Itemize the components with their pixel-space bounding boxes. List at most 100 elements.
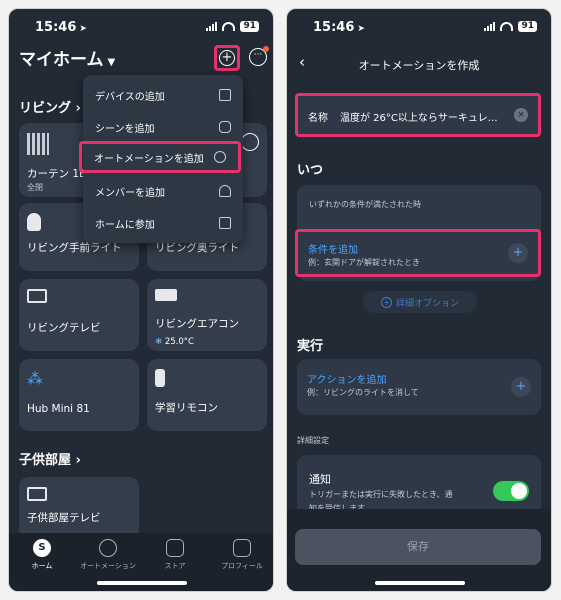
condition-mode[interactable]: いずれかの条件が満たされた時 xyxy=(309,199,421,210)
save-button[interactable]: 保存 xyxy=(295,529,541,565)
bag-icon xyxy=(166,539,184,557)
tile-aircon[interactable]: リビングエアコン ❄ 25.0°C xyxy=(147,279,267,351)
toggle-knob xyxy=(511,483,527,499)
menu-item-add-automation[interactable]: オートメーションを追加 xyxy=(79,141,241,173)
wifi-icon xyxy=(222,22,236,31)
remote-icon xyxy=(155,369,165,387)
tile-name: リビングテレビ xyxy=(27,322,101,334)
tab-profile[interactable]: プロフィール xyxy=(209,539,273,571)
more-button[interactable]: ··· xyxy=(249,46,269,66)
menu-item-label: メンバーを追加 xyxy=(95,187,165,199)
tab-bar: S ホーム オートメーション ストア プロフィール xyxy=(9,533,273,591)
robot-icon xyxy=(233,539,251,557)
page-title: オートメーションを作成 xyxy=(358,59,480,72)
wifi-icon xyxy=(500,22,514,31)
home-tab-icon: S xyxy=(33,539,51,557)
name-label: 名称 xyxy=(308,113,328,124)
notify-title: 通知 xyxy=(309,473,331,486)
menu-item-add-member[interactable]: メンバーを追加 xyxy=(83,175,243,207)
tile-status: 25.0°C xyxy=(164,337,194,347)
tile-remote[interactable]: 学習リモコン xyxy=(147,359,267,431)
status-time: 15:46 xyxy=(313,20,355,35)
home-indicator xyxy=(375,581,465,585)
execute-heading: 実行 xyxy=(297,339,324,354)
automation-name-field[interactable]: 名称 温度が 26°C以上ならサーキュレ… × xyxy=(295,93,541,137)
battery-icon: 91 xyxy=(518,21,537,32)
section-living[interactable]: リビング › xyxy=(19,97,81,116)
menu-item-join-home[interactable]: ホームに参加 xyxy=(83,207,243,239)
plus-icon: + xyxy=(511,377,531,397)
status-bar: 15:46 ➤ 91 xyxy=(287,9,551,43)
menu-item-label: ホームに参加 xyxy=(95,219,155,231)
tab-store[interactable]: ストア xyxy=(142,539,208,571)
when-heading: いつ xyxy=(297,163,324,178)
add-condition-button[interactable]: 条件を追加 例：玄関ドアが解錠されたとき + xyxy=(295,229,541,277)
add-condition-hint: 例：玄関ドアが解錠されたとき xyxy=(308,258,420,267)
hub-icon: ⁂ xyxy=(27,369,43,388)
tile-name: 子供部屋テレビ xyxy=(27,512,101,524)
add-action-label: アクションを追加 xyxy=(307,375,387,386)
bulb-icon xyxy=(27,213,41,231)
join-icon xyxy=(219,217,231,229)
section-kids-label: 子供部屋 xyxy=(19,453,72,468)
advanced-options-label: 詳細オプション xyxy=(395,298,459,309)
device-icon xyxy=(219,89,231,101)
create-automation-screen: 15:46 ➤ 91 ‹ オートメーションを作成 名称 温度が 26°C以上ならサ… xyxy=(286,8,552,592)
tab-automation[interactable]: オートメーション xyxy=(75,539,141,571)
notify-desc-line1: トリガーまたは実行に失敗したとき、通 xyxy=(309,490,453,499)
automation-tab-icon xyxy=(99,539,117,557)
menu-item-label: デバイスの追加 xyxy=(95,91,165,103)
tv-icon xyxy=(27,289,47,303)
add-button[interactable]: + xyxy=(214,45,240,71)
aircon-icon xyxy=(155,289,177,301)
chevron-right-icon: › xyxy=(75,453,81,468)
snowflake-icon: ❄ xyxy=(155,337,163,347)
power-icon[interactable] xyxy=(241,133,259,151)
tv-icon xyxy=(27,487,47,501)
advanced-options-button[interactable]: + 詳細オプション xyxy=(363,291,477,313)
notification-dot xyxy=(263,46,269,52)
ellipsis-icon: ··· xyxy=(253,50,263,60)
plus-icon: + xyxy=(219,50,235,66)
caret-down-icon: ▼ xyxy=(107,57,116,68)
location-icon: ➤ xyxy=(357,24,365,34)
home-indicator xyxy=(97,581,187,585)
menu-item-add-device[interactable]: デバイスの追加 xyxy=(83,79,243,111)
tab-label: オートメーション xyxy=(80,562,136,570)
home-title: マイホーム xyxy=(19,50,104,70)
section-kids[interactable]: 子供部屋 › xyxy=(19,449,81,468)
tile-tv[interactable]: リビングテレビ xyxy=(19,279,139,351)
automation-icon xyxy=(214,151,226,163)
signal-icon xyxy=(206,22,218,31)
home-screen: 15:46 ➤ 91 マイホーム ▼ + ··· リビング › カーテン 1E 全閉… xyxy=(8,8,274,592)
plus-icon: + xyxy=(508,243,528,263)
menu-item-label: オートメーションを追加 xyxy=(94,153,204,165)
name-value[interactable]: 温度が 26°C以上ならサーキュレ… xyxy=(340,109,498,124)
status-time: 15:46 xyxy=(35,20,77,35)
clear-icon[interactable]: × xyxy=(514,108,528,122)
tab-home[interactable]: S ホーム xyxy=(9,539,75,571)
add-menu: デバイスの追加 シーンを追加 オートメーションを追加 メンバーを追加 ホームに参… xyxy=(79,75,243,243)
tile-name: 学習リモコン xyxy=(155,402,218,414)
notify-toggle[interactable] xyxy=(493,481,529,501)
location-icon: ➤ xyxy=(79,24,87,34)
menu-item-label: シーンを追加 xyxy=(95,123,155,135)
status-bar: 15:46 ➤ 91 xyxy=(9,9,273,43)
add-action-button[interactable]: アクションを追加 例：リビングのライトを消して + xyxy=(297,359,541,415)
tile-name: カーテン 1E xyxy=(27,168,86,180)
chevron-right-icon: › xyxy=(75,101,81,116)
scene-icon xyxy=(219,121,231,133)
battery-icon: 91 xyxy=(240,21,259,32)
tab-label: プロフィール xyxy=(221,562,263,570)
tab-label: ホーム xyxy=(31,562,53,570)
menu-item-add-scene[interactable]: シーンを追加 xyxy=(83,111,243,143)
tile-hub[interactable]: ⁂ Hub Mini 81 xyxy=(19,359,139,431)
section-living-label: リビング xyxy=(19,101,72,116)
tile-kids-tv[interactable]: 子供部屋テレビ xyxy=(19,477,139,541)
tile-name: Hub Mini 81 xyxy=(27,403,90,415)
tile-name: リビングエアコン xyxy=(155,318,239,330)
home-selector[interactable]: マイホーム ▼ xyxy=(19,45,115,70)
tab-label: ストア xyxy=(164,562,186,570)
add-condition-label: 条件を追加 xyxy=(308,245,358,256)
plus-circle-icon: + xyxy=(380,296,392,308)
